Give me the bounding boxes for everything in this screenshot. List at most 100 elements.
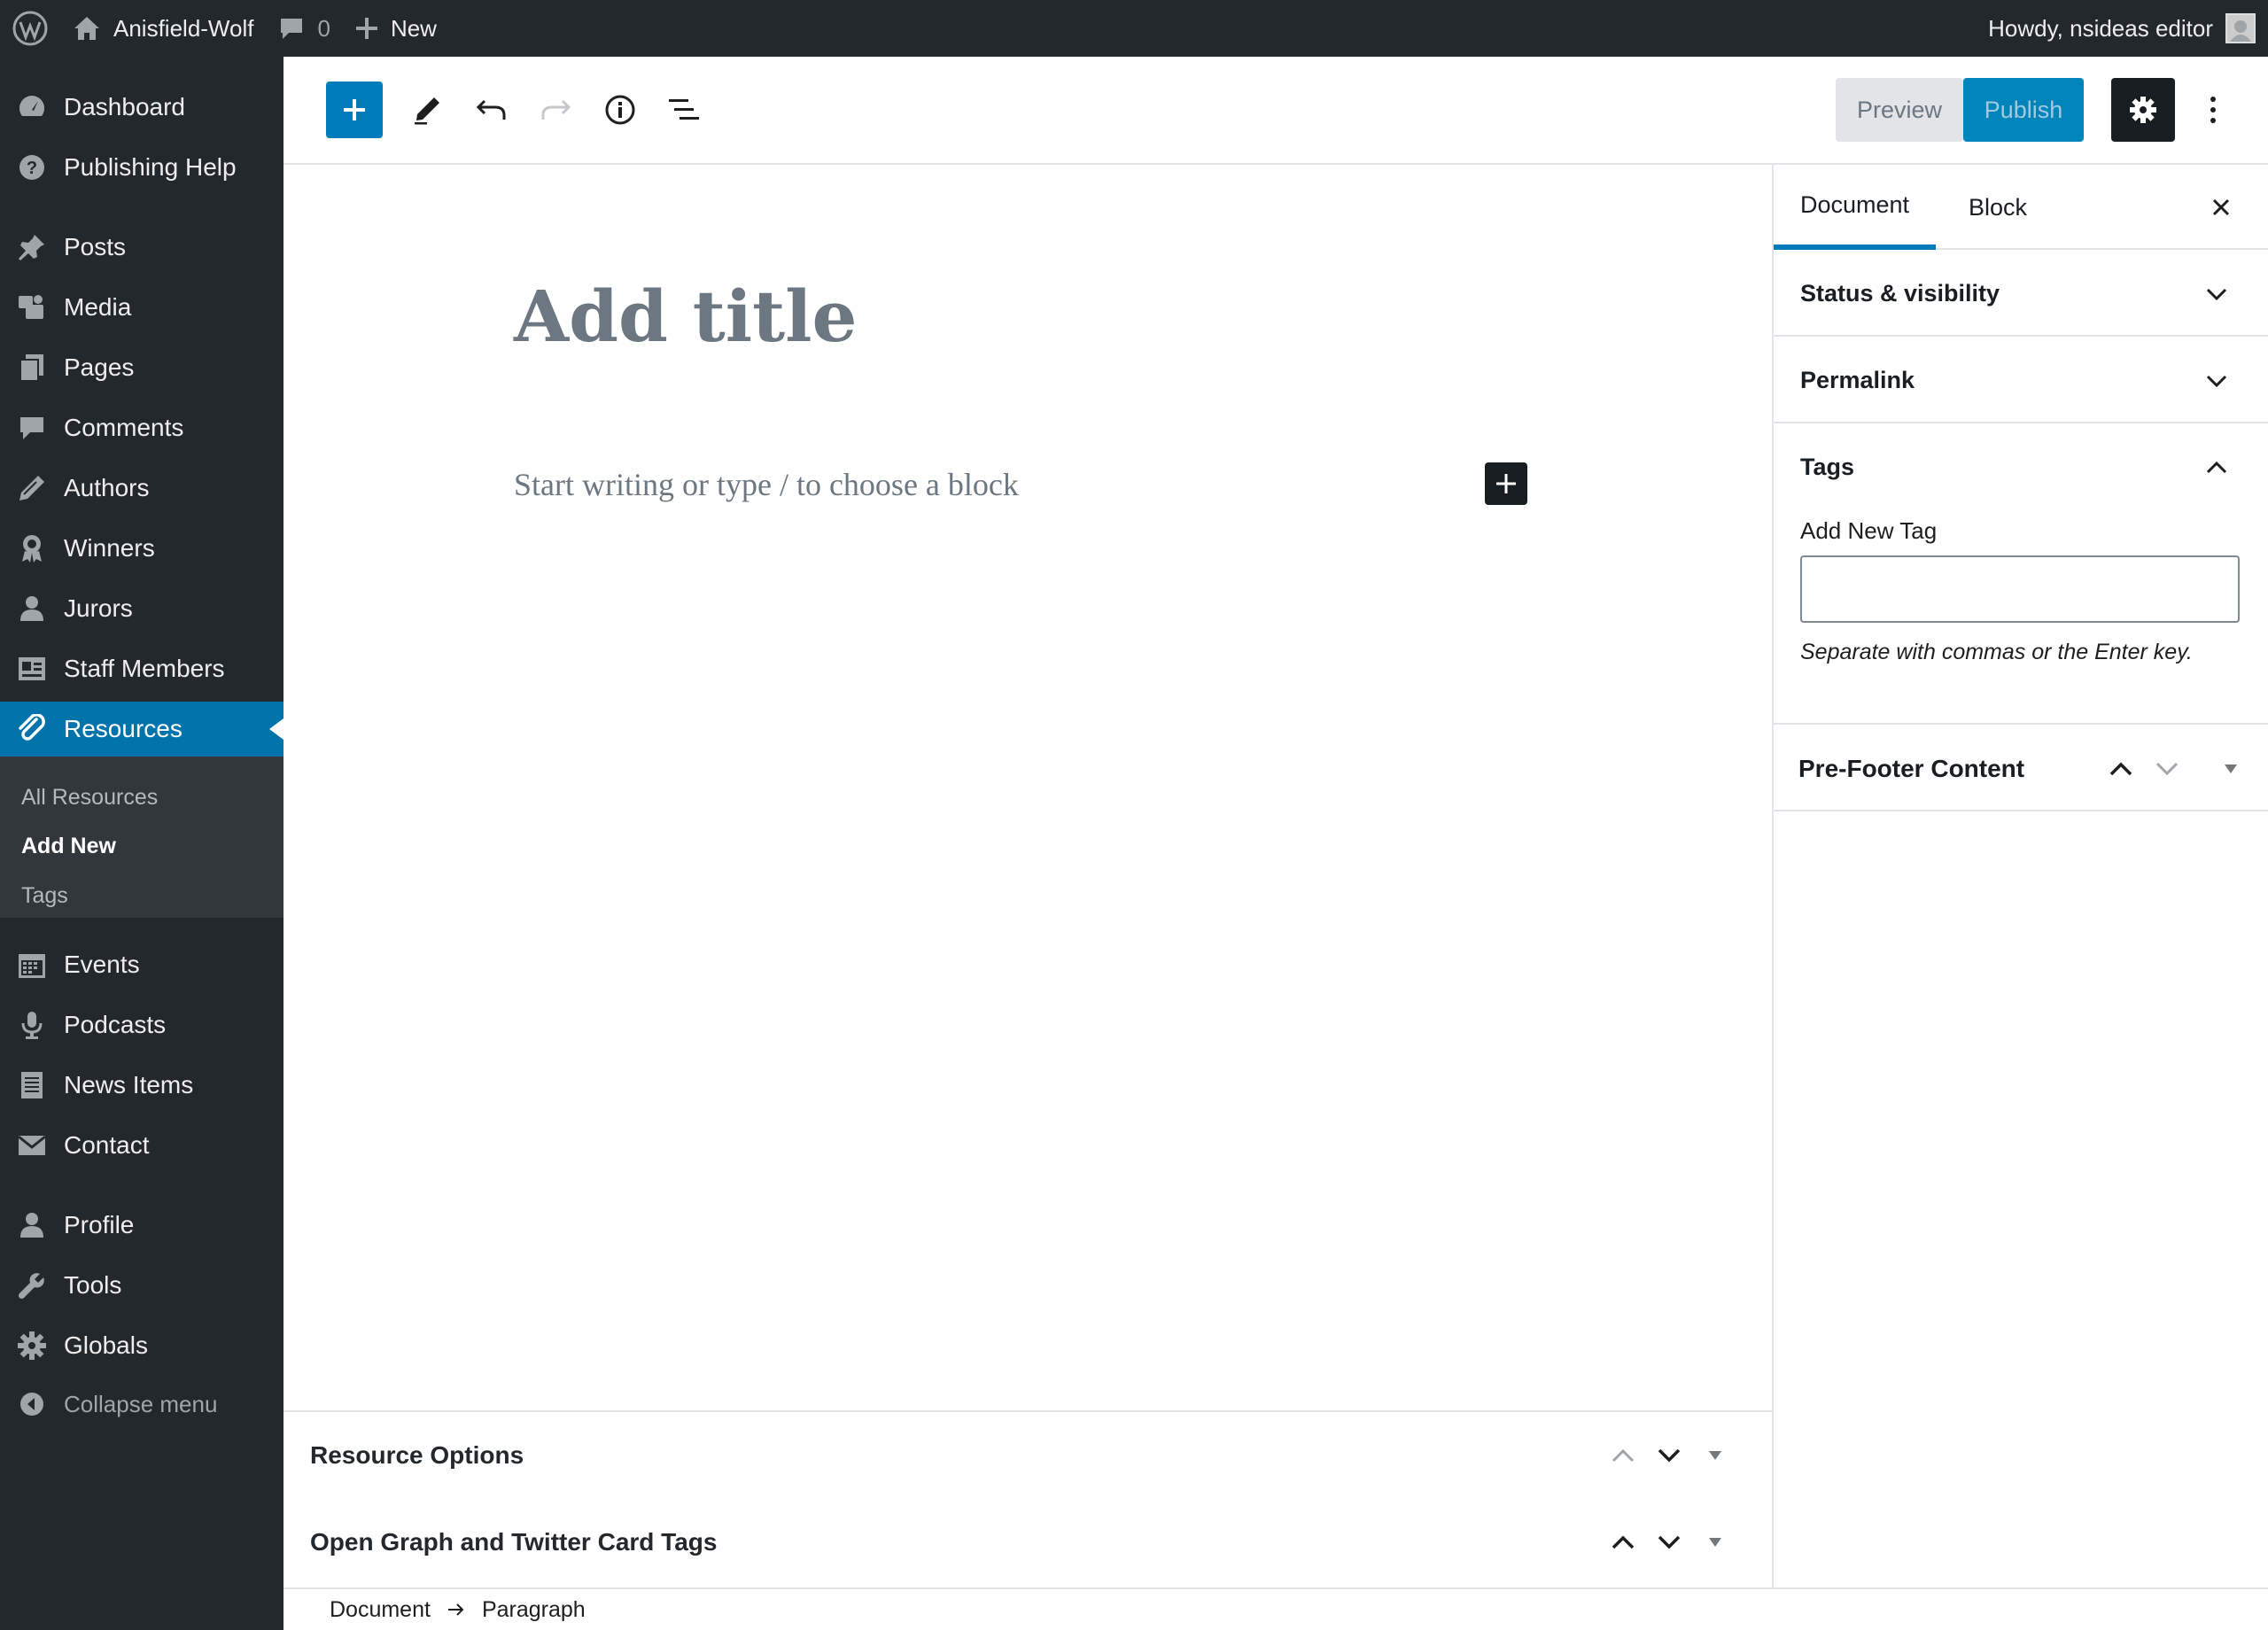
chevron-up-icon[interactable] — [2199, 450, 2234, 485]
pin-icon — [16, 231, 48, 263]
toggle-panel-icon[interactable] — [2211, 749, 2250, 788]
close-sidebar-button[interactable] — [2190, 165, 2252, 250]
editor-header: Preview Publish — [284, 57, 2268, 165]
metabox-title: Open Graph and Twitter Card Tags — [310, 1528, 718, 1556]
move-up-icon[interactable] — [2101, 749, 2140, 788]
block-breadcrumb: Document Paragraph — [284, 1587, 2268, 1630]
edit-mode-button[interactable] — [399, 82, 455, 138]
toggle-panel-icon[interactable] — [1696, 1436, 1735, 1475]
menu-item-publishing-help[interactable]: ? Publishing Help — [0, 140, 284, 195]
greeting: Howdy, nsideas editor — [1988, 14, 2213, 42]
submenu-add-new[interactable]: Add New — [21, 834, 116, 859]
move-down-icon[interactable] — [1650, 1523, 1689, 1562]
block-inserter-button[interactable] — [326, 82, 383, 138]
move-down-icon[interactable] — [1650, 1436, 1689, 1475]
chevron-down-icon — [2199, 363, 2234, 399]
admin-bar: Anisfield-Wolf 0 New Howdy, nsideas edit… — [0, 0, 2268, 57]
tab-block[interactable]: Block — [1942, 165, 2054, 250]
menu-item-news-items[interactable]: News Items — [0, 1058, 284, 1113]
submenu-all-resources[interactable]: All Resources — [21, 785, 158, 811]
info-icon — [604, 94, 636, 126]
breadcrumb-document[interactable]: Document — [330, 1597, 431, 1623]
menu-item-tools[interactable]: Tools — [0, 1258, 284, 1313]
menu-item-staff-members[interactable]: Staff Members — [0, 641, 284, 696]
paperclip-icon — [16, 713, 48, 745]
metabox-resource-options[interactable]: Resource Options — [284, 1412, 1772, 1499]
collapse-menu-button[interactable]: Collapse menu — [0, 1377, 284, 1432]
arrow-right-icon — [447, 1603, 466, 1617]
menu-item-jurors[interactable]: Jurors — [0, 581, 284, 636]
breadcrumb-paragraph[interactable]: Paragraph — [482, 1597, 586, 1623]
envelope-icon — [16, 1129, 48, 1161]
menu-item-media[interactable]: Media — [0, 280, 284, 335]
settings-toggle-button[interactable] — [2111, 78, 2175, 142]
tag-help-text: Separate with commas or the Enter key. — [1800, 640, 2193, 664]
undo-icon — [476, 97, 508, 122]
new-label: New — [390, 14, 437, 42]
content-info-button[interactable] — [592, 82, 649, 138]
comments-link[interactable]: 0 — [266, 0, 342, 57]
award-icon — [16, 532, 48, 564]
menu-item-podcasts[interactable]: Podcasts — [0, 997, 284, 1052]
preview-button[interactable]: Preview — [1836, 78, 1963, 142]
panel-pre-footer-content[interactable]: Pre-Footer Content — [1774, 725, 2268, 811]
inline-block-inserter-button[interactable] — [1485, 462, 1527, 505]
calendar-icon — [16, 949, 48, 981]
person-icon — [16, 593, 48, 625]
media-icon — [16, 291, 48, 323]
menu-item-winners[interactable]: Winners — [0, 521, 284, 576]
site-name: Anisfield-Wolf — [113, 14, 254, 42]
menu-item-events[interactable]: Events — [0, 937, 284, 992]
panel-status-visibility[interactable]: Status & visibility — [1774, 250, 2268, 337]
publish-button[interactable]: Publish — [1963, 78, 2084, 142]
wordpress-logo-icon[interactable] — [0, 0, 60, 57]
more-menu-button[interactable] — [2192, 78, 2234, 142]
wrench-icon — [16, 1269, 48, 1301]
close-icon — [2211, 198, 2231, 217]
move-up-icon[interactable] — [1604, 1523, 1643, 1562]
pages-icon — [16, 352, 48, 384]
menu-item-profile[interactable]: Profile — [0, 1198, 284, 1253]
home-icon — [73, 15, 101, 42]
toggle-panel-icon[interactable] — [1696, 1523, 1735, 1562]
pencil-icon — [16, 472, 48, 504]
add-new-tag-label: Add New Tag — [1800, 517, 1938, 544]
help-icon: ? — [16, 151, 48, 183]
account-menu[interactable]: Howdy, nsideas editor — [1976, 0, 2268, 57]
post-title-input[interactable]: Add title — [514, 275, 857, 358]
tag-input[interactable] — [1800, 555, 2240, 623]
chevron-down-icon — [2199, 276, 2234, 312]
paragraph-block-placeholder[interactable]: Start writing or type / to choose a bloc… — [514, 466, 1019, 503]
collapse-icon — [16, 1388, 48, 1420]
settings-sidebar: Document Block Status & visibility Perma… — [1772, 165, 2268, 1587]
plus-icon — [355, 17, 378, 40]
panel-title[interactable]: Tags — [1800, 454, 1854, 481]
menu-item-dashboard[interactable]: Dashboard — [0, 80, 284, 135]
menu-item-resources[interactable]: Resources — [0, 702, 284, 757]
metabox-open-graph[interactable]: Open Graph and Twitter Card Tags — [284, 1499, 1772, 1586]
redo-button[interactable] — [527, 82, 584, 138]
plus-icon — [1495, 472, 1518, 495]
comment-count: 0 — [317, 14, 330, 42]
person-icon — [16, 1209, 48, 1241]
panel-title: Pre-Footer Content — [1798, 755, 2025, 782]
sidebar-tabs: Document Block — [1774, 165, 2268, 250]
gear-icon — [2128, 95, 2158, 125]
new-content-link[interactable]: New — [343, 0, 449, 57]
menu-item-authors[interactable]: Authors — [0, 461, 284, 516]
gear-icon — [16, 1330, 48, 1362]
panel-permalink[interactable]: Permalink — [1774, 337, 2268, 423]
site-name-link[interactable]: Anisfield-Wolf — [60, 0, 266, 57]
move-down-icon[interactable] — [2148, 749, 2186, 788]
move-up-icon[interactable] — [1604, 1436, 1643, 1475]
tab-document[interactable]: Document — [1774, 165, 1937, 250]
menu-item-globals[interactable]: Globals — [0, 1318, 284, 1373]
submenu-tags[interactable]: Tags — [21, 883, 68, 909]
undo-button[interactable] — [463, 82, 520, 138]
menu-item-comments[interactable]: Comments — [0, 400, 284, 455]
list-outline-icon — [667, 97, 701, 123]
menu-item-contact[interactable]: Contact — [0, 1118, 284, 1173]
menu-item-pages[interactable]: Pages — [0, 340, 284, 395]
menu-item-posts[interactable]: Posts — [0, 220, 284, 275]
block-navigation-button[interactable] — [656, 82, 712, 138]
